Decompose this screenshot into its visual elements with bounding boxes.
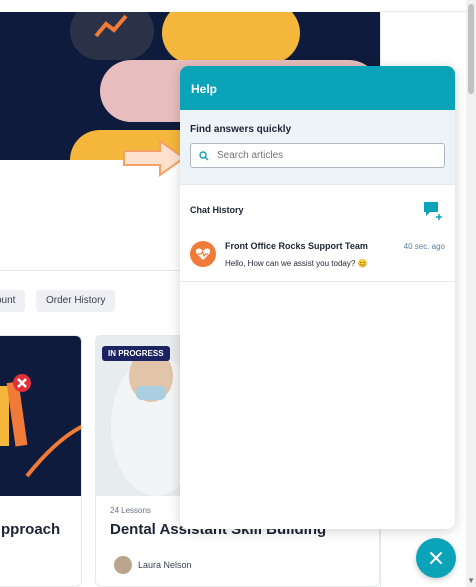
search-box[interactable] xyxy=(190,143,445,168)
chat-history-header: Chat History xyxy=(180,184,455,228)
chat-plus-icon[interactable] xyxy=(422,199,444,221)
help-header: Help xyxy=(180,66,455,110)
search-icon xyxy=(199,150,209,160)
scrollbar-thumb[interactable] xyxy=(468,4,474,94)
binders-illustration xyxy=(0,374,81,478)
help-search-section: Find answers quickly xyxy=(180,110,455,184)
lesson-count: 24 Lessons xyxy=(110,506,151,515)
course-title[interactable]: pproach xyxy=(1,521,60,538)
hero-pill xyxy=(162,12,300,64)
chat-history-label: Chat History xyxy=(190,205,244,215)
conversation-name: Front Office Rocks Support Team xyxy=(225,241,368,251)
filter-chip-account[interactable]: ount xyxy=(0,290,26,312)
help-title: Help xyxy=(191,82,218,96)
conversation-item[interactable]: Front Office Rocks Support Team 40 sec. … xyxy=(180,228,455,282)
conversation-time: 40 sec. ago xyxy=(403,242,445,251)
conversation-message: Hello, How can we assist you today? 😊 xyxy=(225,259,368,268)
course-thumbnail xyxy=(0,336,81,496)
trend-chart-icon xyxy=(94,14,128,38)
heart-pulse-icon xyxy=(195,248,211,260)
search-section-title: Find answers quickly xyxy=(190,124,292,135)
close-icon xyxy=(430,552,442,564)
avatar xyxy=(114,556,132,574)
filter-chip-order-history[interactable]: Order History xyxy=(36,290,116,312)
close-help-button[interactable] xyxy=(416,538,456,578)
status-badge: IN PROGRESS xyxy=(102,346,170,361)
scroll-down-icon[interactable]: ▼ xyxy=(467,576,475,585)
avatar xyxy=(190,241,216,267)
help-widget: Help Find answers quickly Chat History F… xyxy=(180,66,455,529)
course-card[interactable]: pproach xyxy=(0,335,82,587)
pointer-arrow-icon xyxy=(123,139,186,177)
top-bar xyxy=(380,0,476,12)
search-input[interactable] xyxy=(217,150,436,161)
author-name: Laura Nelson xyxy=(138,560,192,570)
scrollbar[interactable]: ▼ xyxy=(466,0,476,587)
